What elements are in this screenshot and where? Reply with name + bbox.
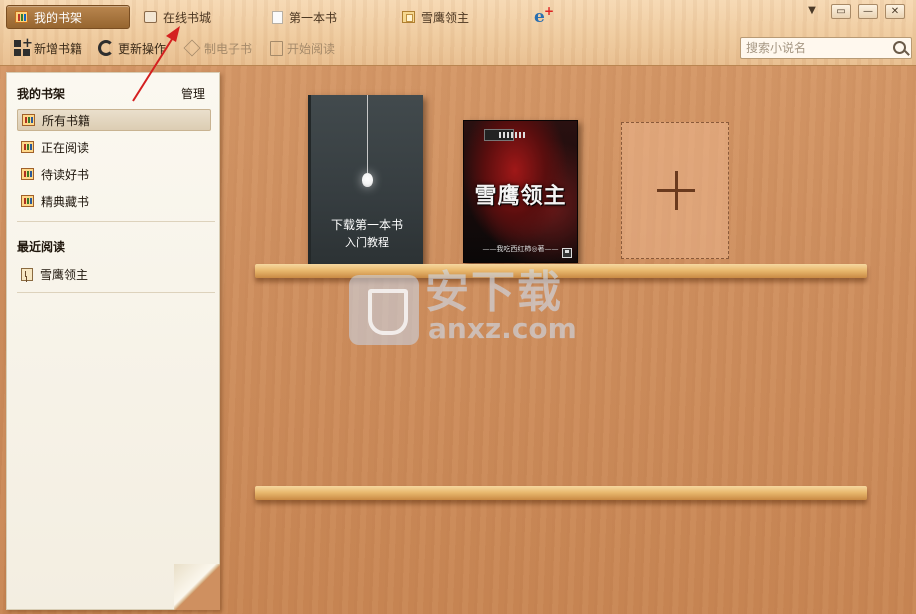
page-curl xyxy=(174,564,220,610)
sidebar-recent-title: 最近阅读 xyxy=(17,240,66,254)
watermark-domain: anxz.com xyxy=(428,312,577,345)
book-xueying-lingzhu[interactable]: 雪鹰领主 ——我吃西红柿◎著—— xyxy=(463,120,578,263)
minimize-button[interactable]: — xyxy=(858,4,878,19)
online-store-icon xyxy=(144,11,157,23)
update-button[interactable]: 更新操作 xyxy=(98,38,166,58)
sidebar-divider xyxy=(17,292,215,293)
make-ebook-button[interactable]: 制电子书 xyxy=(183,38,253,58)
save-icon xyxy=(562,248,572,258)
book-icon xyxy=(402,11,415,23)
lamp-cord xyxy=(367,95,368,173)
watermark-shield-icon xyxy=(349,275,419,345)
read-icon xyxy=(270,40,283,56)
sidebar-item-collection[interactable]: 精典藏书 xyxy=(17,190,211,212)
recent-item-label: 雪鹰领主 xyxy=(40,267,89,282)
tab-label: 第一本书 xyxy=(289,10,338,25)
sidebar: 我的书架 管理 所有书籍 正在阅读 待读好书 精典藏书 最近阅读 雪鹰领主 xyxy=(6,72,220,610)
tab-label: 我的书架 xyxy=(34,10,83,25)
sidebar-item-all-books[interactable]: 所有书籍 xyxy=(17,109,211,131)
bookshelf-icon xyxy=(21,195,34,207)
tab-my-bookshelf[interactable]: 我的书架 xyxy=(6,5,130,29)
sidebar-item-reading[interactable]: 正在阅读 xyxy=(17,136,211,158)
start-reading-label: 开始阅读 xyxy=(287,41,336,56)
bookshelf-icon xyxy=(22,114,35,126)
book-first-book[interactable]: 下载第一本书 入门教程 xyxy=(308,95,423,265)
start-reading-button[interactable]: 开始阅读 xyxy=(270,38,335,58)
book-title: 下载第一本书 xyxy=(330,218,403,232)
restore-button[interactable]: ▭ xyxy=(831,4,851,19)
title-bar: 我的书架 在线书城 第一本书 雪鹰领主 e+ ▼ ▭ — ✕ 新增书籍 更新操作… xyxy=(0,0,916,66)
tab-first-book[interactable]: 第一本书 xyxy=(264,5,345,29)
search-box xyxy=(740,37,912,59)
publisher-logo xyxy=(484,129,525,141)
sidebar-item-label: 正在阅读 xyxy=(41,140,90,155)
add-book-slot[interactable] xyxy=(621,122,729,259)
cube-icon xyxy=(183,39,201,57)
browser-add-icon[interactable]: e + xyxy=(534,4,554,26)
update-label: 更新操作 xyxy=(118,41,167,56)
refresh-icon xyxy=(98,40,114,56)
bookshelf-icon xyxy=(21,141,34,153)
sidebar-shelf-title: 我的书架 xyxy=(17,87,66,101)
add-book-label: 新增书籍 xyxy=(34,41,83,56)
recent-item-xueying-lingzhu[interactable]: 雪鹰领主 xyxy=(17,263,211,285)
tab-label: 在线书城 xyxy=(163,10,212,25)
page-icon xyxy=(272,10,283,24)
menu-dropdown-button[interactable]: ▼ xyxy=(802,4,822,19)
tab-label: 雪鹰领主 xyxy=(421,10,470,25)
shelf-bottom xyxy=(255,486,867,500)
plus-icon-vertical xyxy=(675,171,678,210)
add-book-button[interactable]: 新增书籍 xyxy=(14,36,83,58)
search-icon[interactable] xyxy=(893,41,906,54)
make-ebook-label: 制电子书 xyxy=(204,41,253,56)
tab-online-store[interactable]: 在线书城 xyxy=(136,5,219,29)
watermark-text: 安下载 xyxy=(425,267,563,318)
close-button[interactable]: ✕ xyxy=(885,4,905,19)
sidebar-item-to-read[interactable]: 待读好书 xyxy=(17,163,211,185)
sidebar-item-label: 待读好书 xyxy=(41,167,90,182)
book-author: ——我吃西红柿◎著—— xyxy=(482,245,559,253)
manage-link[interactable]: 管理 xyxy=(181,85,205,102)
sidebar-item-label: 所有书籍 xyxy=(42,113,91,128)
sidebar-divider xyxy=(17,221,215,222)
tab-xueying-lingzhu[interactable]: 雪鹰领主 xyxy=(394,5,477,29)
search-input[interactable] xyxy=(746,41,886,55)
recent-book-icon xyxy=(21,267,33,281)
add-grid-icon xyxy=(14,36,33,56)
bookshelf-icon xyxy=(21,168,34,180)
bookshelf-icon xyxy=(15,11,28,23)
book-title: 雪鹰领主 xyxy=(474,184,567,209)
sidebar-item-label: 精典藏书 xyxy=(41,194,90,209)
book-subtitle: 入门教程 xyxy=(345,236,389,249)
lightbulb-icon xyxy=(362,173,373,187)
